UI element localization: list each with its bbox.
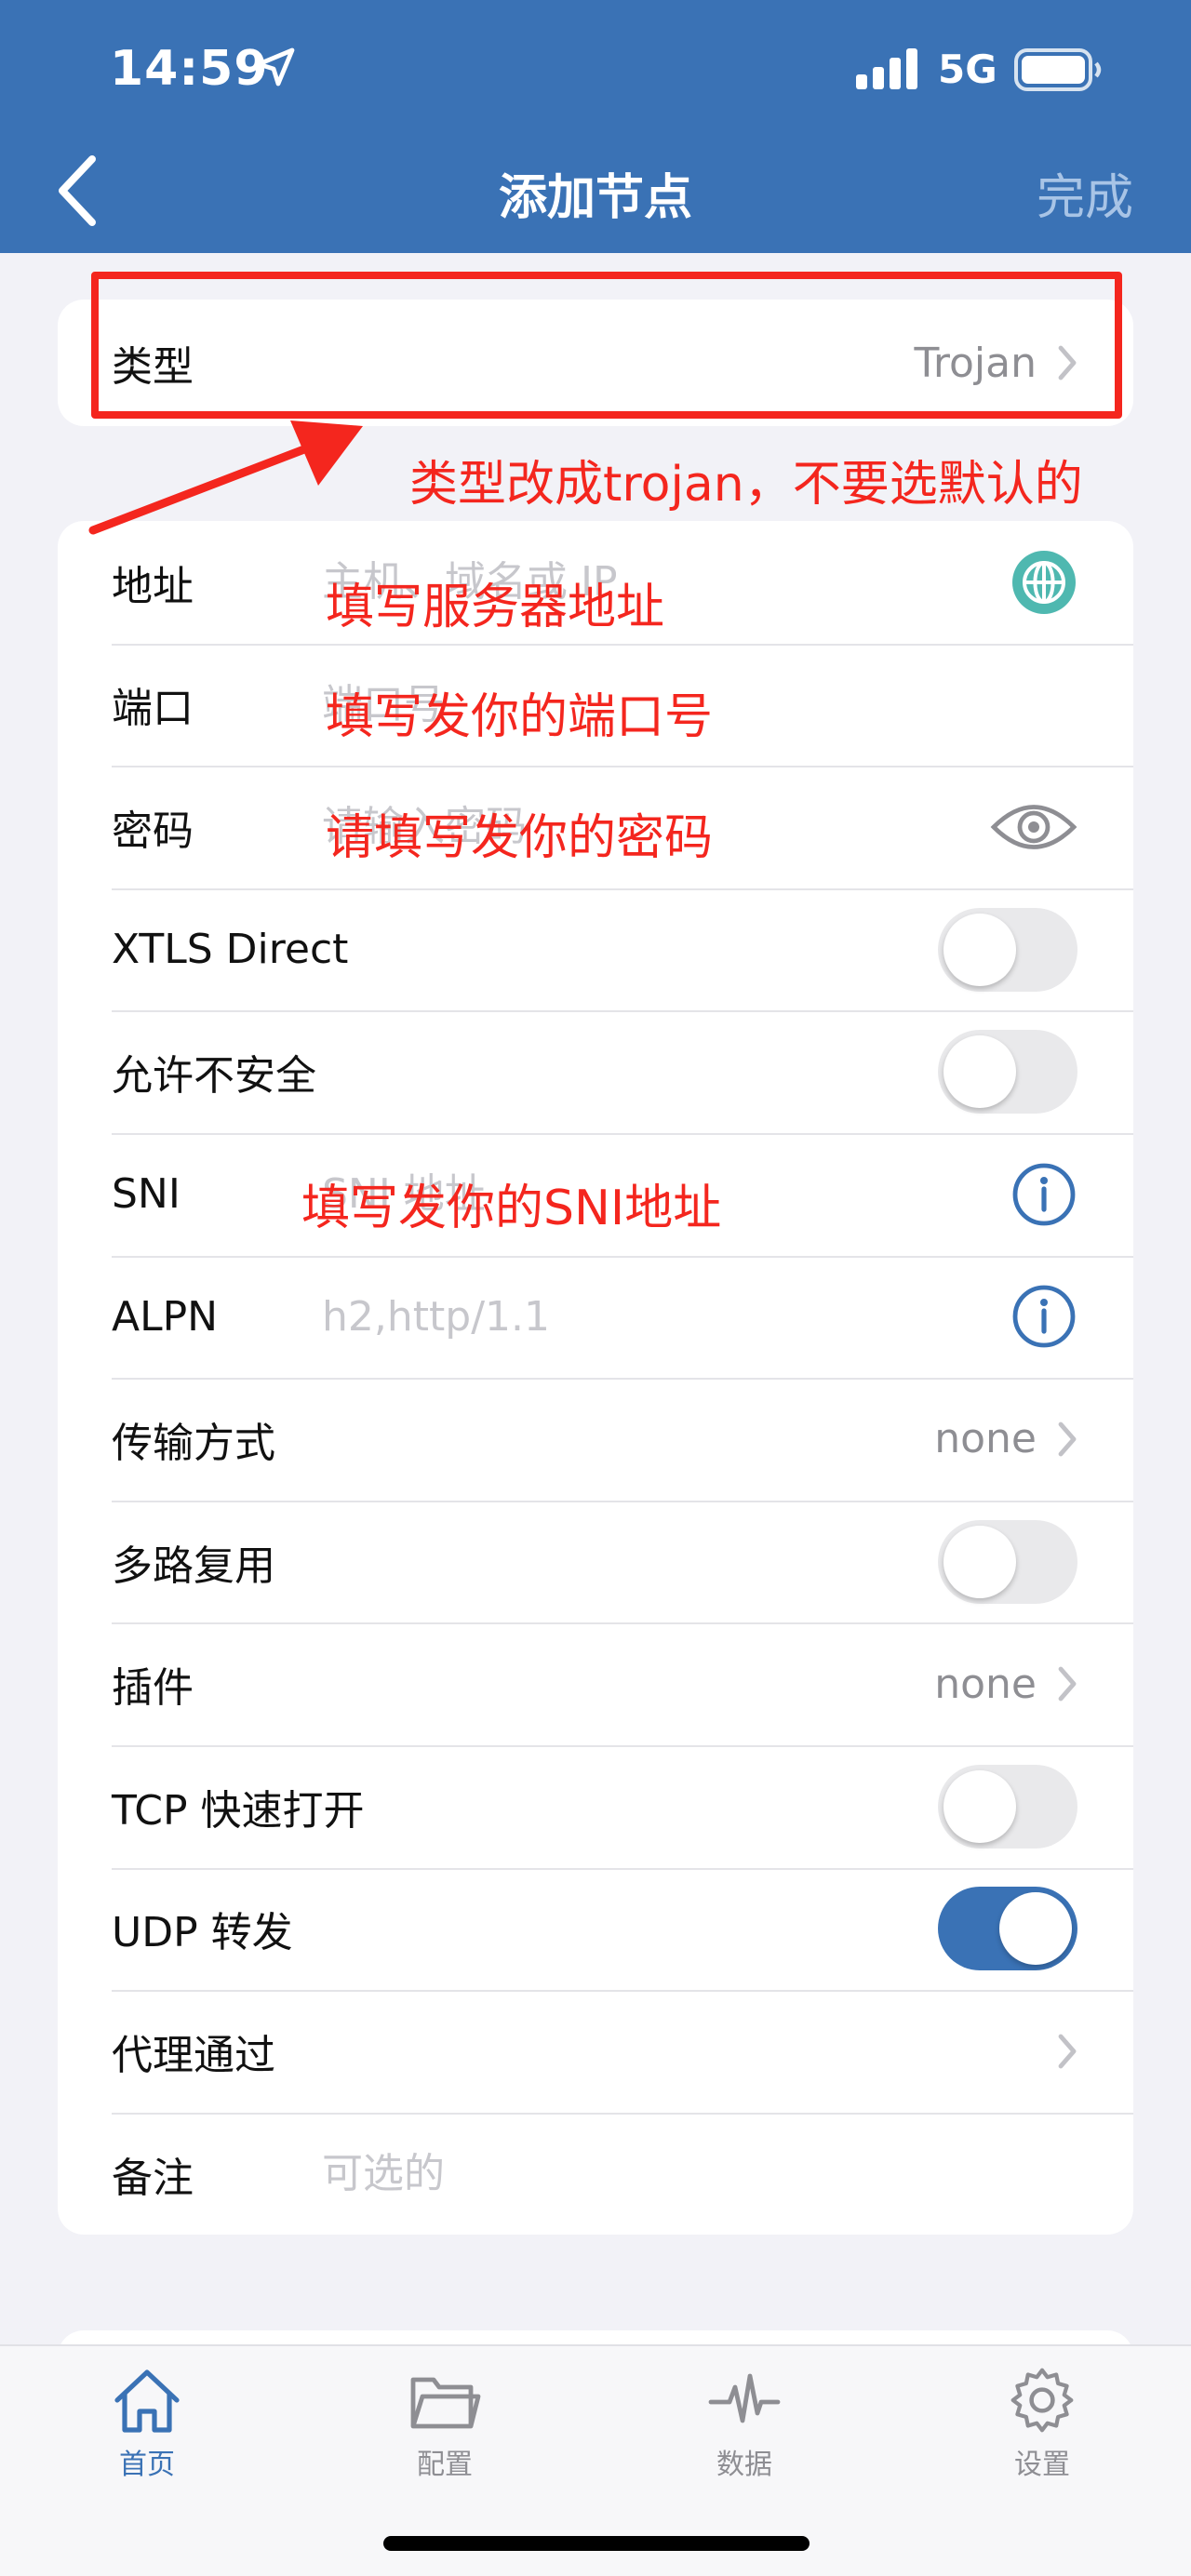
allow-insecure-label: 允许不安全 xyxy=(112,1052,316,1101)
type-annotation: 类型改成trojan，不要选默认的 xyxy=(409,457,1083,513)
udp-relay-row: UDP 转发 xyxy=(58,1867,1133,1991)
plugin-value: none xyxy=(934,1660,1037,1708)
port-row: 端口 xyxy=(58,643,1133,767)
mux-row: 多路复用 xyxy=(58,1500,1133,1623)
type-label: 类型 xyxy=(112,343,194,391)
address-row: 地址 xyxy=(58,521,1133,644)
password-row: 密码 xyxy=(58,766,1133,888)
page-title: 添加节点 xyxy=(498,170,692,226)
xtls-direct-toggle[interactable] xyxy=(938,907,1077,992)
transport-label: 传输方式 xyxy=(112,1419,275,1467)
allow-insecure-row: 允许不安全 xyxy=(58,1010,1133,1133)
location-arrow-icon xyxy=(256,47,295,87)
transport-value: none xyxy=(934,1415,1037,1463)
password-input[interactable] xyxy=(322,803,990,851)
signal-icon xyxy=(856,48,917,89)
tab-settings-label: 设置 xyxy=(1014,2449,1070,2481)
eye-icon[interactable] xyxy=(990,798,1077,856)
chevron-right-icon xyxy=(1058,2034,1077,2069)
allow-insecure-toggle[interactable] xyxy=(938,1030,1077,1114)
proxy-via-row[interactable]: 代理通过 xyxy=(58,1990,1133,2113)
type-value: Trojan xyxy=(914,339,1037,387)
transport-row[interactable]: 传输方式 none xyxy=(58,1378,1133,1501)
sni-row: SNI xyxy=(58,1132,1133,1256)
tab-home[interactable]: 首页 xyxy=(54,2365,240,2482)
type-card: 类型 Trojan xyxy=(58,300,1133,426)
tcp-fast-open-row: TCP 快速打开 xyxy=(58,1744,1133,1868)
chevron-right-icon xyxy=(1058,1666,1077,1702)
tab-data[interactable]: 数据 xyxy=(651,2365,837,2482)
plugin-row[interactable]: 插件 none xyxy=(58,1622,1133,1745)
sni-input[interactable] xyxy=(322,1170,1010,1219)
battery-icon xyxy=(1014,48,1102,91)
done-button[interactable]: 完成 xyxy=(1037,158,1133,228)
home-indicator xyxy=(383,2536,810,2551)
alpn-label: ALPN xyxy=(112,1292,219,1341)
status-time: 14:59 xyxy=(110,41,269,97)
tcp-fast-open-label: TCP 快速打开 xyxy=(112,1786,365,1835)
node-settings-card: 地址 端口 密码 XTLS Direct 允许不安全 SNI xyxy=(58,521,1133,2235)
tcp-fast-open-toggle[interactable] xyxy=(938,1764,1077,1849)
port-input[interactable] xyxy=(322,680,1077,728)
tab-config[interactable]: 配置 xyxy=(352,2365,538,2482)
address-input[interactable] xyxy=(322,558,1010,607)
pulse-icon xyxy=(708,2373,781,2423)
folder-icon xyxy=(410,2377,481,2429)
remark-label: 备注 xyxy=(112,2154,194,2202)
mux-label: 多路复用 xyxy=(112,1542,275,1590)
proxy-via-label: 代理通过 xyxy=(112,2031,275,2079)
xtls-direct-label: XTLS Direct xyxy=(112,926,349,974)
address-label: 地址 xyxy=(112,562,194,610)
alpn-row: ALPN xyxy=(58,1255,1133,1379)
port-label: 端口 xyxy=(112,685,194,733)
xtls-direct-row: XTLS Direct xyxy=(58,888,1133,1011)
type-row[interactable]: 类型 Trojan xyxy=(58,300,1133,426)
home-icon xyxy=(114,2369,180,2433)
remark-input[interactable] xyxy=(322,2150,1077,2198)
sni-label: SNI xyxy=(112,1170,181,1219)
tab-settings[interactable]: 设置 xyxy=(949,2365,1135,2482)
alpn-input[interactable] xyxy=(322,1292,1010,1341)
globe-icon[interactable] xyxy=(1010,549,1077,616)
udp-relay-toggle[interactable] xyxy=(938,1887,1077,1971)
gear-icon xyxy=(1010,2368,1074,2433)
info-icon[interactable] xyxy=(1010,1283,1077,1350)
tab-data-label: 数据 xyxy=(716,2449,772,2481)
password-label: 密码 xyxy=(112,807,194,855)
chevron-right-icon xyxy=(1058,345,1077,380)
info-icon[interactable] xyxy=(1010,1161,1077,1228)
network-label: 5G xyxy=(938,47,997,92)
udp-relay-label: UDP 转发 xyxy=(112,1909,293,1957)
plugin-label: 插件 xyxy=(112,1664,194,1713)
tab-home-label: 首页 xyxy=(119,2449,175,2481)
tab-config-label: 配置 xyxy=(417,2449,473,2481)
mux-toggle[interactable] xyxy=(938,1519,1077,1604)
remark-row: 备注 xyxy=(58,2112,1133,2235)
chevron-right-icon xyxy=(1058,1421,1077,1457)
header-bar: 14:59 5G 添加节点 完成 xyxy=(0,0,1191,253)
